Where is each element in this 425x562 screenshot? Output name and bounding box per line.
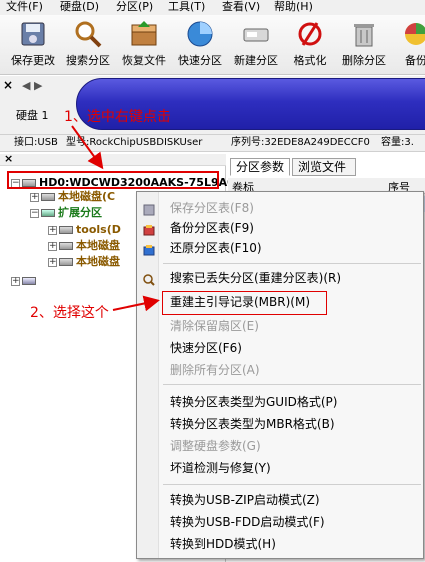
capacity-info: 容量:3. <box>381 137 414 148</box>
menu-file[interactable]: 文件(F) <box>6 0 43 13</box>
removable-disk-icon <box>22 277 36 285</box>
next-disk-icon[interactable]: ▶ <box>34 79 42 92</box>
tree-item-local-e-label: 本地磁盘 <box>76 239 120 252</box>
save-table-icon <box>143 204 155 216</box>
quick-partition-label: 快速分区 <box>178 54 222 67</box>
tab-partition-params[interactable]: 分区参数 <box>230 158 290 176</box>
interface-info: 接口:USB <box>14 137 58 148</box>
partition-icon <box>59 226 73 234</box>
menu-separator <box>163 263 421 264</box>
search-lost-icon <box>143 274 155 286</box>
extended-partition-icon <box>41 209 55 217</box>
partition-icon <box>59 258 73 266</box>
expand-icon[interactable]: + <box>48 257 57 267</box>
magnifier-icon <box>73 19 103 49</box>
menu-bar: 文件(F) 硬盘(D) 分区(P) 工具(T) 查看(V) 帮助(H) <box>0 0 425 15</box>
delete-partition-label: 删除分区 <box>342 54 386 67</box>
tab-browse-files[interactable]: 浏览文件 <box>292 158 356 176</box>
menu-item-convert-to-guid[interactable]: 转换分区表类型为GUID格式(P) <box>170 392 337 412</box>
format-button[interactable]: 格式化 <box>282 19 338 73</box>
new-partition-icon <box>241 19 271 49</box>
tree-item-local-c-label: 本地磁盘(C <box>58 190 116 203</box>
menu-separator <box>163 384 421 385</box>
trash-icon <box>349 19 379 49</box>
new-partition-button[interactable]: 新建分区 <box>228 19 284 73</box>
menu-view[interactable]: 查看(V) <box>222 0 260 13</box>
expand-icon[interactable]: + <box>11 276 20 286</box>
backup-label: 备份 <box>405 54 425 67</box>
disk-info-bar: 接口:USB 型号:RockChipUSBDISKUser 序列号:32EDE8… <box>0 134 425 152</box>
menu-item-convert-to-mbr[interactable]: 转换分区表类型为MBR格式(B) <box>170 414 335 434</box>
new-partition-label: 新建分区 <box>234 54 278 67</box>
menu-item-usb-zip-mode[interactable]: 转换为USB-ZIP启动模式(Z) <box>170 490 320 510</box>
tree-item-extended-label: 扩展分区 <box>58 206 102 219</box>
tree-item-local-f[interactable]: + 本地磁盘 <box>48 255 120 269</box>
menu-item-bad-sector-check[interactable]: 坏道检测与修复(Y) <box>170 458 271 478</box>
search-partition-button[interactable]: 搜索分区 <box>60 19 116 73</box>
partition-icon <box>41 193 55 201</box>
quick-partition-button[interactable]: 快速分区 <box>172 19 228 73</box>
menu-item-usb-fdd-mode[interactable]: 转换为USB-FDD启动模式(F) <box>170 512 325 532</box>
menu-item-adjust-disk-params[interactable]: 调整硬盘参数(G) <box>170 436 261 456</box>
restore-table-icon <box>143 244 155 256</box>
backup-table-icon <box>143 224 155 236</box>
tree-item-extended[interactable]: − 扩展分区 <box>30 206 102 220</box>
serial-info: 序列号:32EDE8A249DECCF0 <box>231 137 370 148</box>
menu-item-delete-all-partitions[interactable]: 删除所有分区(A) <box>170 360 260 380</box>
toolbar: 保存更改 搜索分区 恢复文件 快速分区 新建分区 格式化 删除分区 备份 <box>0 15 425 75</box>
hdd-highlight-box <box>7 171 219 189</box>
menu-disk[interactable]: 硬盘(D) <box>60 0 99 13</box>
tree-item-local-c[interactable]: + 本地磁盘(C <box>30 190 115 204</box>
disk-label: 硬盘 1 <box>16 109 49 122</box>
partition-icon <box>59 242 73 250</box>
close-icon[interactable]: × <box>3 78 13 92</box>
menu-help[interactable]: 帮助(H) <box>274 0 313 13</box>
tree-item-local-e[interactable]: + 本地磁盘 <box>48 239 120 253</box>
model-info: 型号:RockChipUSBDISKUser <box>66 137 203 148</box>
tree-item-local-f-label: 本地磁盘 <box>76 255 120 268</box>
tree-item-disk2[interactable]: + <box>11 274 39 288</box>
menu-item-restore-partition-table[interactable]: 还原分区表(F10) <box>170 238 262 258</box>
save-changes-button[interactable]: 保存更改 <box>5 19 61 73</box>
tree-item-tools[interactable]: + tools(D <box>48 223 121 237</box>
backup-icon <box>401 19 425 49</box>
pane-close-icon[interactable]: × <box>4 152 13 165</box>
menu-separator <box>163 484 421 485</box>
quick-partition-icon <box>185 19 215 49</box>
expand-icon[interactable]: + <box>30 192 39 202</box>
menu-item-save-partition-table[interactable]: 保存分区表(F8) <box>170 198 254 218</box>
annotation-step1: 1、选中右键点击 <box>64 109 171 125</box>
save-changes-label: 保存更改 <box>11 54 55 67</box>
menu-item-quick-partition[interactable]: 快速分区(F6) <box>170 338 242 358</box>
expand-icon[interactable]: + <box>48 241 57 251</box>
expand-icon[interactable]: + <box>48 225 57 235</box>
menu-item-search-lost-partitions[interactable]: 搜索已丢失分区(重建分区表)(R) <box>170 268 341 288</box>
save-icon <box>18 19 48 49</box>
format-icon <box>295 19 325 49</box>
menu-tools[interactable]: 工具(T) <box>168 0 205 13</box>
annotation-step2: 2、选择这个 <box>30 305 109 321</box>
mbr-highlight-box <box>162 291 327 315</box>
tree-item-tools-label: tools(D <box>76 223 121 236</box>
menu-item-hdd-mode[interactable]: 转换到HDD模式(H) <box>170 534 276 554</box>
menu-item-clear-reserved-sectors[interactable]: 清除保留扇区(E) <box>170 316 259 336</box>
recover-files-icon <box>129 19 159 49</box>
tree-pane-header: × <box>0 152 226 166</box>
collapse-icon[interactable]: − <box>30 208 39 218</box>
context-menu: 保存分区表(F8) 备份分区表(F9) 还原分区表(F10) 搜索已丢失分区(重… <box>136 191 424 559</box>
search-partition-label: 搜索分区 <box>66 54 110 67</box>
prev-disk-icon[interactable]: ◀ <box>22 79 30 92</box>
menu-item-backup-partition-table[interactable]: 备份分区表(F9) <box>170 218 254 238</box>
format-label: 格式化 <box>293 54 327 67</box>
backup-button[interactable]: 备份 <box>388 19 425 73</box>
delete-partition-button[interactable]: 删除分区 <box>336 19 392 73</box>
recover-files-label: 恢复文件 <box>122 54 166 67</box>
menu-partition[interactable]: 分区(P) <box>116 0 153 13</box>
recover-files-button[interactable]: 恢复文件 <box>116 19 172 73</box>
